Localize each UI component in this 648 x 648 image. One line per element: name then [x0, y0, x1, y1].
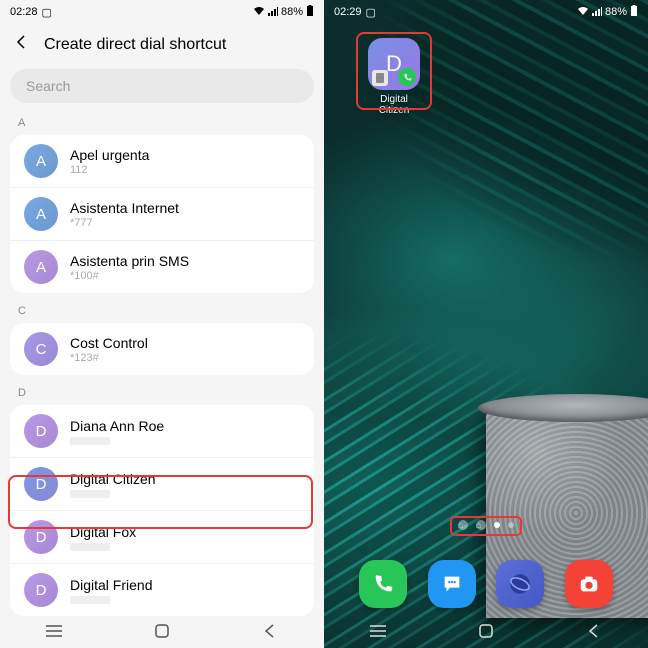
battery-icon — [306, 5, 314, 20]
contact-sub: *100# — [70, 270, 300, 282]
contact-sub-redacted — [70, 490, 110, 498]
screenshot-icon: ▢ — [42, 6, 52, 19]
pager-dot-active — [494, 522, 500, 528]
avatar: C — [24, 332, 58, 366]
nav-recents[interactable] — [44, 623, 64, 639]
pager-apps-icon: ⌂ — [458, 520, 468, 530]
contact-group: D Diana Ann Roe D Digital Citizen D Digital F… — [10, 405, 314, 616]
battery-pct: 88% — [281, 6, 303, 18]
shortcut-label: Digital Citizen — [364, 94, 424, 116]
search-input[interactable]: Search — [10, 69, 314, 103]
contact-name: Asistenta prin SMS — [70, 253, 300, 269]
status-time: 02:29 — [334, 6, 362, 18]
contact-row[interactable]: C Cost Control*123# — [10, 323, 314, 375]
dock-browser[interactable] — [496, 560, 544, 608]
nav-bar — [0, 614, 324, 648]
contact-badge-icon — [372, 70, 388, 86]
nav-back[interactable] — [584, 623, 604, 639]
page-indicator[interactable]: ⌂ ⌂ — [458, 520, 514, 530]
section-header: C — [0, 299, 324, 323]
contact-row[interactable]: A Apel urgenta112 — [10, 135, 314, 188]
avatar: D — [24, 467, 58, 501]
phone-badge-icon — [398, 68, 416, 86]
dock-camera[interactable] — [565, 560, 613, 608]
battery-icon — [630, 5, 638, 20]
avatar: D — [24, 573, 58, 607]
title-bar: Create direct dial shortcut — [0, 24, 324, 69]
nav-recents[interactable] — [368, 623, 388, 639]
contact-name: Cost Control — [70, 335, 300, 351]
contact-name: Digital Friend — [70, 577, 300, 593]
shortcut-icon: D — [368, 38, 420, 90]
wifi-icon — [577, 6, 589, 19]
status-time: 02:28 — [10, 6, 38, 18]
contact-name: Apel urgenta — [70, 147, 300, 163]
wifi-icon — [253, 6, 265, 19]
avatar: A — [24, 144, 58, 178]
contact-sub-redacted — [70, 437, 110, 445]
pager-dot — [508, 522, 514, 528]
contact-group: C Cost Control*123# — [10, 323, 314, 375]
status-bar: 02:28 ▢ 88% — [0, 0, 324, 24]
contact-sub: *123# — [70, 352, 300, 364]
contact-row[interactable]: D Diana Ann Roe — [10, 405, 314, 458]
avatar: D — [24, 520, 58, 554]
contact-name: Asistenta Internet — [70, 200, 300, 216]
nav-home[interactable] — [152, 623, 172, 639]
section-header: D — [0, 381, 324, 405]
contact-sub-redacted — [70, 543, 110, 551]
contact-group: AApel urgenta112AAsistenta Internet*777A… — [10, 135, 314, 293]
nav-back[interactable] — [260, 623, 280, 639]
page-title: Create direct dial shortcut — [44, 36, 226, 54]
contact-name: Diana Ann Roe — [70, 418, 300, 434]
contact-name: Digital Citizen — [70, 471, 300, 487]
dock-phone[interactable] — [359, 560, 407, 608]
screenshot-icon: ▢ — [366, 6, 376, 19]
contact-row[interactable]: D Digital Citizen — [10, 458, 314, 511]
signal-icon — [592, 6, 602, 19]
home-screen: 02:29 ▢ 88% D Digital Citizen — [324, 0, 648, 648]
avatar: A — [24, 250, 58, 284]
signal-icon — [268, 6, 278, 19]
pager-home-icon: ⌂ — [476, 520, 486, 530]
avatar: A — [24, 197, 58, 231]
contact-name: Digital Fox — [70, 524, 300, 540]
status-bar: 02:29 ▢ 88% — [324, 0, 648, 24]
nav-bar — [324, 614, 648, 648]
shortcut-digital-citizen[interactable]: D Digital Citizen — [364, 38, 424, 116]
nav-home[interactable] — [476, 623, 496, 639]
dock — [324, 560, 648, 608]
dock-messages[interactable] — [428, 560, 476, 608]
section-header: A — [0, 111, 324, 135]
battery-pct: 88% — [605, 6, 627, 18]
contact-row[interactable]: A Asistenta prin SMS*100# — [10, 241, 314, 293]
avatar: D — [24, 414, 58, 448]
contact-sub: 112 — [70, 164, 300, 176]
contact-row[interactable]: A Asistenta Internet*777 — [10, 188, 314, 241]
contacts-screen: 02:28 ▢ 88% Create direct dial shortcut … — [0, 0, 324, 648]
contact-row[interactable]: D Digital Fox — [10, 511, 314, 564]
contact-sub: *777 — [70, 217, 300, 229]
back-icon[interactable] — [14, 34, 30, 55]
contact-row[interactable]: D Digital Friend — [10, 564, 314, 616]
contact-sub-redacted — [70, 596, 110, 604]
